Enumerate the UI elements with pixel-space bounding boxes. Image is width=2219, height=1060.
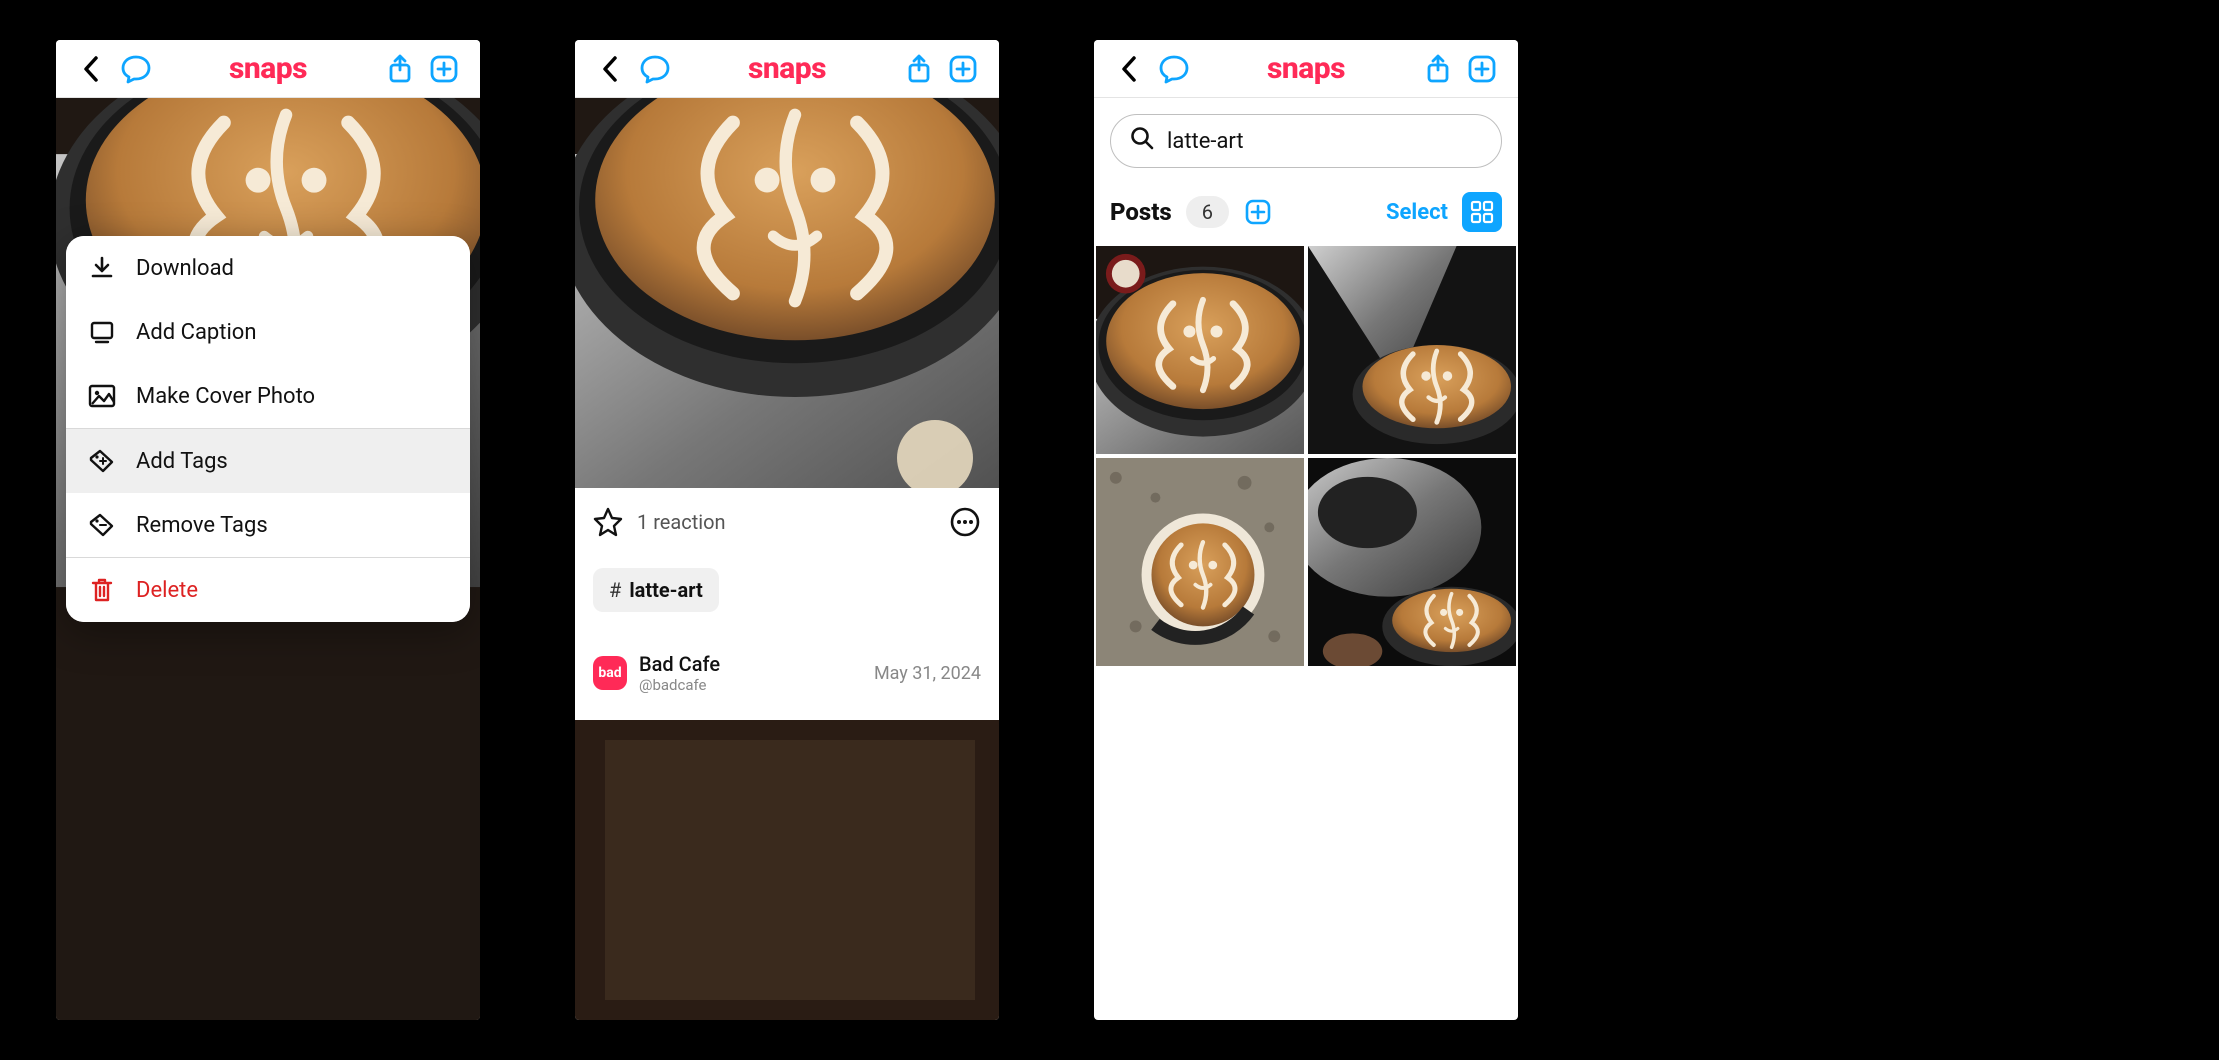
add-post-icon[interactable] — [1243, 197, 1273, 227]
chat-icon[interactable] — [1156, 51, 1192, 87]
phone-screen-2: snaps 1 reaction # latte-art — [575, 40, 999, 1020]
star-icon[interactable] — [593, 507, 623, 537]
trash-icon — [88, 576, 116, 604]
menu-label: Remove Tags — [136, 513, 268, 538]
chat-icon[interactable] — [637, 51, 673, 87]
thumbnail-grid — [1094, 246, 1518, 666]
menu-label: Make Cover Photo — [136, 384, 315, 409]
post-detail: 1 reaction # latte-art bad Bad Cafe @bad… — [575, 488, 999, 716]
tag-remove-icon — [88, 511, 116, 539]
image-icon — [88, 382, 116, 410]
menu-make-cover[interactable]: Make Cover Photo — [66, 364, 470, 428]
search-value: latte-art — [1167, 129, 1244, 154]
menu-label: Add Tags — [136, 449, 228, 474]
app-logo: snaps — [677, 51, 897, 86]
posts-row: Posts 6 Select — [1094, 178, 1518, 246]
tag-add-icon — [88, 447, 116, 475]
post-photo[interactable] — [575, 98, 999, 488]
author-row: bad Bad Cafe @badcafe May 31, 2024 — [593, 652, 981, 694]
menu-label: Download — [136, 256, 234, 281]
reactions-row: 1 reaction — [593, 506, 981, 538]
search-wrap: latte-art — [1094, 98, 1518, 178]
menu-download[interactable]: Download — [66, 236, 470, 300]
author-handle: @badcafe — [639, 676, 720, 694]
menu-delete[interactable]: Delete — [66, 558, 470, 622]
thumbnail[interactable] — [1308, 458, 1516, 666]
tag-label: latte-art — [629, 578, 703, 602]
add-icon[interactable] — [1464, 51, 1500, 87]
search-icon — [1129, 125, 1155, 157]
back-icon[interactable] — [74, 51, 110, 87]
download-icon — [88, 254, 116, 282]
context-menu: Download Add Caption Make Cover Photo Ad… — [66, 236, 470, 622]
posts-label: Posts — [1110, 198, 1172, 226]
back-icon[interactable] — [593, 51, 629, 87]
header: snaps — [575, 40, 999, 98]
menu-remove-tags[interactable]: Remove Tags — [66, 493, 470, 557]
menu-label: Delete — [136, 578, 198, 603]
menu-label: Add Caption — [136, 320, 257, 345]
menu-add-caption[interactable]: Add Caption — [66, 300, 470, 364]
more-icon[interactable] — [949, 506, 981, 538]
post-photo-below — [575, 720, 999, 1020]
thumbnail[interactable] — [1096, 458, 1304, 666]
header: snaps — [56, 40, 480, 98]
add-icon[interactable] — [426, 51, 462, 87]
header: snaps — [1094, 40, 1518, 98]
search-input[interactable]: latte-art — [1110, 114, 1502, 168]
avatar[interactable]: bad — [593, 656, 627, 690]
share-icon[interactable] — [382, 51, 418, 87]
menu-add-tags[interactable]: Add Tags — [66, 429, 470, 493]
phone-screen-1: snaps Download Add Caption — [56, 40, 480, 1020]
select-button[interactable]: Select — [1386, 200, 1448, 225]
app-logo: snaps — [158, 51, 378, 86]
back-icon[interactable] — [1112, 51, 1148, 87]
hash-icon: # — [609, 578, 621, 602]
reactions-text: 1 reaction — [637, 510, 935, 534]
thumbnail[interactable] — [1096, 246, 1304, 454]
post-date: May 31, 2024 — [874, 663, 981, 684]
author-name: Bad Cafe — [639, 652, 720, 676]
share-icon[interactable] — [1420, 51, 1456, 87]
phone-screen-3: snaps latte-art Posts 6 Select — [1094, 40, 1518, 1020]
add-icon[interactable] — [945, 51, 981, 87]
share-icon[interactable] — [901, 51, 937, 87]
thumbnail[interactable] — [1308, 246, 1516, 454]
author-info[interactable]: Bad Cafe @badcafe — [639, 652, 720, 694]
posts-count: 6 — [1186, 196, 1229, 228]
tag-chip[interactable]: # latte-art — [593, 568, 719, 612]
app-logo: snaps — [1196, 51, 1416, 86]
chat-icon[interactable] — [118, 51, 154, 87]
grid-view-icon[interactable] — [1462, 192, 1502, 232]
caption-icon — [88, 318, 116, 346]
